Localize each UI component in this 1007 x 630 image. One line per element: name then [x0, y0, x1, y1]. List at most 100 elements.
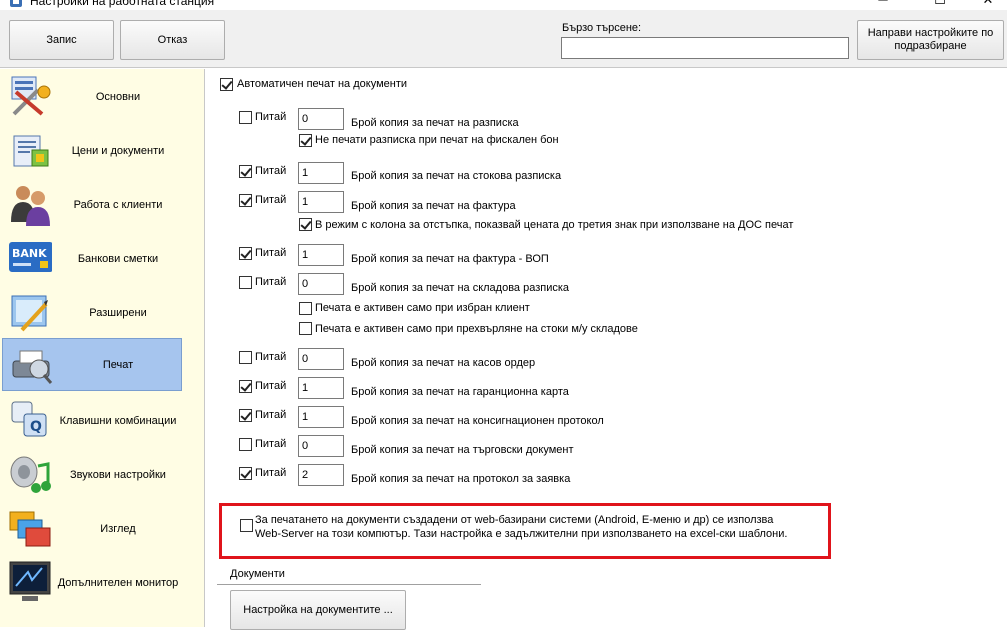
active-transfer-label: Печата е активен само при прехвърляне на… [315, 323, 638, 335]
svg-text:BANK: BANK [12, 247, 47, 260]
minimize-icon[interactable]: ─ [875, 0, 891, 8]
cancel-button[interactable]: Отказ [120, 20, 225, 60]
webserver-checkbox[interactable] [240, 519, 253, 532]
ask-label: Питай [255, 247, 287, 259]
search-label: Бързо търсене: [562, 22, 642, 34]
invoice-discount-label: В режим с колона за отстъпка, показвай ц… [315, 219, 794, 231]
copies-label: Брой копия за печат на стокова разписка [351, 170, 562, 182]
copies-input[interactable]: 1 [298, 162, 344, 184]
search-input[interactable] [561, 37, 849, 59]
ask-label: Питай [255, 111, 287, 123]
copies-input[interactable]: 0 [298, 108, 344, 130]
copies-input[interactable]: 1 [298, 244, 344, 266]
restore-defaults-button[interactable]: Направи настройките по подразбиране [857, 20, 1004, 60]
ask-checkbox[interactable] [239, 194, 252, 207]
copies-input[interactable]: 0 [298, 435, 344, 457]
copies-label: Брой копия за печат на касов ордер [351, 357, 536, 369]
sidebar-item-label: Клавишни комбинации [59, 414, 177, 427]
copies-label: Брой копия за печат на консигнационен пр… [351, 415, 604, 427]
active-client-label: Печата е активен само при избран клиент [315, 302, 530, 314]
copies-label: Брой копия за печат на търговски докумен… [351, 444, 574, 456]
sidebar-item-advanced[interactable]: Разширени [2, 286, 182, 339]
app-icon [10, 0, 22, 7]
copies-input[interactable]: 2 [298, 464, 344, 486]
auto-print-label: Автоматичен печат на документи [237, 78, 408, 90]
maximize-icon[interactable]: ☐ [932, 0, 948, 8]
title-bar: Настройки на работната станция ─ ☐ ✕ [0, 0, 1007, 10]
advanced-icon [11, 295, 48, 332]
sidebar-item-second-monitor[interactable]: Допълнителен монитор [2, 556, 182, 609]
clients-icon [11, 186, 50, 226]
ask-label: Питай [255, 351, 287, 363]
group-divider [217, 584, 481, 585]
sidebar-item-label: Банкови сметки [77, 252, 159, 265]
sidebar-item-clients[interactable]: Работа с клиенти [2, 178, 182, 231]
webserver-label-line1: За печатането на документи създадени от … [255, 514, 774, 526]
printer-icon [12, 350, 53, 384]
ask-label: Питай [255, 276, 287, 288]
sidebar-item-bank-accounts[interactable]: BANK Банкови сметки [2, 232, 182, 285]
document-settings-button[interactable]: Настройка на документите ... [230, 590, 406, 630]
copies-label: Брой копия за печат на фактура [351, 200, 516, 212]
copies-label: Брой копия за печат на гаранционна карта [351, 386, 569, 398]
no-receipt-fiscal-label: Не печати разписка при печат на фискален… [315, 134, 559, 146]
ask-label: Питай [255, 467, 287, 479]
save-button[interactable]: Запис [9, 20, 114, 60]
sidebar-item-label: Работа с клиенти [73, 198, 163, 211]
tools-icon [11, 76, 51, 116]
ask-checkbox[interactable] [239, 111, 252, 124]
view-icon [9, 511, 51, 547]
ask-label: Питай [255, 438, 287, 450]
sidebar-item-basic[interactable]: Основни [2, 70, 182, 123]
ask-label: Питай [255, 194, 287, 206]
sidebar-item-prices-documents[interactable]: Цени и документи [2, 124, 182, 177]
ask-label: Питай [255, 165, 287, 177]
documents-group-label: Документи [230, 568, 285, 580]
monitor-icon [9, 561, 51, 601]
bank-card-icon: BANK [9, 242, 52, 272]
copies-input[interactable]: 1 [298, 191, 344, 213]
sidebar-item-label: Основни [95, 90, 141, 103]
ask-checkbox[interactable] [239, 409, 252, 422]
no-receipt-fiscal-checkbox[interactable] [299, 134, 312, 147]
sidebar-item-label: Изглед [100, 522, 136, 535]
copies-label: Брой копия за печат на разписка [351, 117, 519, 129]
sidebar-item-label: Допълнителен монитор [57, 576, 179, 589]
copies-label: Брой копия за печат на складова разписка [351, 282, 570, 294]
copies-input[interactable]: 0 [298, 273, 344, 295]
sidebar: Основни Цени и документи Работа с клиент… [0, 69, 205, 627]
copies-input[interactable]: 1 [298, 406, 344, 428]
sidebar-item-label: Звукови настройки [70, 468, 166, 481]
sidebar-item-label: Цени и документи [71, 144, 165, 157]
sidebar-item-sound[interactable]: Звукови настройки [2, 448, 182, 501]
ask-checkbox[interactable] [239, 165, 252, 178]
ask-checkbox[interactable] [239, 247, 252, 260]
sidebar-item-shortcuts[interactable]: Q Клавишни комбинации [2, 394, 182, 447]
close-icon[interactable]: ✕ [980, 0, 996, 8]
active-transfer-checkbox[interactable] [299, 322, 312, 335]
sidebar-item-label: Печат [102, 358, 134, 371]
copies-label: Брой копия за печат на протокол за заявк… [351, 473, 571, 485]
copies-label: Брой копия за печат на фактура - ВОП [351, 253, 549, 265]
documents-icon [13, 135, 49, 167]
invoice-discount-checkbox[interactable] [299, 218, 312, 231]
window-title: Настройки на работната станция [30, 0, 215, 8]
ask-label: Питай [255, 380, 287, 392]
sidebar-item-label: Разширени [89, 306, 147, 319]
active-client-checkbox[interactable] [299, 302, 312, 315]
ask-checkbox[interactable] [239, 467, 252, 480]
sidebar-item-print[interactable]: Печат [2, 338, 182, 391]
copies-input[interactable]: 1 [298, 377, 344, 399]
sidebar-item-view[interactable]: Изглед [2, 502, 182, 555]
svg-text:Q: Q [30, 419, 42, 435]
copies-input[interactable]: 0 [298, 348, 344, 370]
ask-checkbox[interactable] [239, 380, 252, 393]
ask-checkbox[interactable] [239, 438, 252, 451]
toolbar: Запис Отказ Бързо търсене: Направи настр… [0, 10, 1007, 68]
ask-checkbox[interactable] [239, 351, 252, 364]
print-settings-panel: Автоматичен печат на документи Питай 0 Б… [205, 69, 1007, 630]
ask-checkbox[interactable] [239, 276, 252, 289]
keyboard-icon: Q [11, 401, 47, 437]
ask-label: Питай [255, 409, 287, 421]
auto-print-checkbox[interactable] [220, 78, 233, 91]
